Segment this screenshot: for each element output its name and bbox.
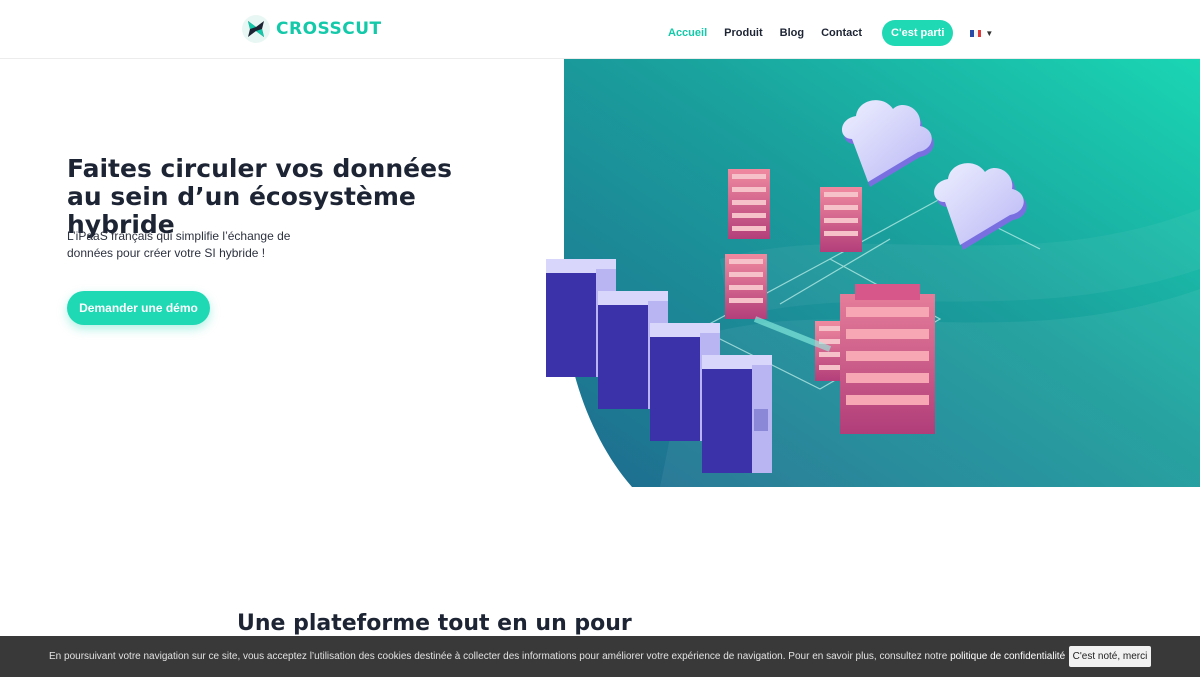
section-title: Une plateforme tout en un pour [237,611,632,636]
nav-item-produit[interactable]: Produit [724,27,763,39]
chevron-down-icon: ▼ [985,28,994,38]
language-selector[interactable]: ▼ [970,29,993,38]
cookie-message: En poursuivant votre navigation sur ce s… [49,651,1065,662]
crosscut-logo-icon [242,15,270,43]
cookie-accept-button[interactable]: C'est noté, merci [1069,646,1151,667]
cookie-banner: En poursuivant votre navigation sur ce s… [0,636,1200,677]
hero-subtitle: L’iPaaS français qui simplifie l’échange… [67,229,291,260]
site-header: CROSSCUT Accueil Produit Blog Contact C'… [0,0,1200,59]
brand-logo[interactable]: CROSSCUT [242,14,382,44]
cookie-text: En poursuivant votre navigation sur ce s… [49,651,948,662]
server-stack-icon-2 [820,187,862,252]
nav-item-accueil[interactable]: Accueil [668,27,707,39]
hero-title: Faites circuler vos données au sein d’un… [67,154,452,239]
main-nav: Accueil Produit Blog Contact C'est parti… [668,20,993,46]
server-stack-icon-3 [725,254,767,319]
request-demo-button[interactable]: Demander une démo [67,291,210,325]
flag-fr-icon [970,29,982,37]
privacy-policy-link[interactable]: politique de confidentialité [950,651,1065,662]
get-started-button[interactable]: C'est parti [882,20,954,46]
data-center-icon [840,284,935,434]
nav-item-blog[interactable]: Blog [780,27,804,39]
brand-name: CROSSCUT [276,19,382,39]
server-rack-icon-4 [702,355,772,473]
server-stack-icon-1 [728,169,770,239]
nav-item-contact[interactable]: Contact [821,27,862,39]
hero-illustration [546,59,1200,487]
